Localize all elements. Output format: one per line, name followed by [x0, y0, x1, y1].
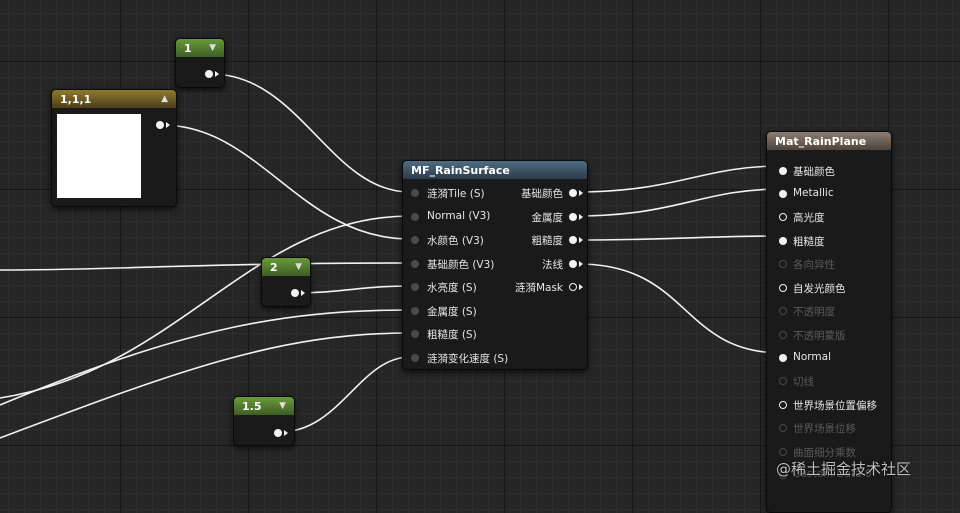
- output-pin[interactable]: [291, 289, 299, 297]
- material-input-pin[interactable]: [779, 307, 787, 315]
- input-pin-brightness[interactable]: [411, 283, 419, 291]
- material-input-label: 基础颜色: [793, 166, 835, 178]
- wire-metal-out: [573, 188, 783, 217]
- input-label-brightness: 水亮度 (S): [427, 282, 477, 294]
- watermark: @稀土掘金技术社区: [776, 460, 912, 478]
- material-input-label: 世界场景位移: [793, 423, 856, 435]
- material-input-pin[interactable]: [779, 167, 787, 175]
- input-pin-tile[interactable]: [411, 189, 419, 197]
- input-pin-ripple-speed[interactable]: [411, 354, 419, 362]
- pin-arrow-icon: [166, 122, 170, 128]
- constant-node-1-value: 1: [184, 41, 192, 55]
- pin-arrow-icon: [579, 284, 583, 290]
- output-pin-base-color[interactable]: [569, 189, 577, 197]
- material-input-pin[interactable]: [779, 190, 787, 198]
- material-input-label: 不透明度: [793, 306, 835, 318]
- constant-node-3[interactable]: 1.5 ▼: [233, 396, 295, 446]
- constant-node-1[interactable]: 1 ▼: [175, 38, 225, 88]
- output-label-base-color: 基础颜色: [521, 188, 563, 200]
- pin-arrow-icon: [301, 290, 305, 296]
- output-pin-metallic[interactable]: [569, 213, 577, 221]
- material-input-pin[interactable]: [779, 424, 787, 432]
- material-result-node[interactable]: Mat_RainPlane 基础颜色 Metallic 高光度粗糙度各向异性自发光颜…: [766, 131, 892, 513]
- constant-node-2-header[interactable]: 2 ▼: [262, 258, 310, 276]
- wire-vector-to-watercolor: [161, 124, 411, 240]
- wire-const2-to-brightness: [295, 285, 411, 294]
- wire-const1-to-tile: [210, 73, 411, 193]
- constant-node-2[interactable]: 2 ▼: [261, 257, 311, 307]
- wire-left-to-basecolor: [0, 262, 411, 271]
- material-function-node[interactable]: MF_RainSurface 涟漪Tile (S) Normal (V3) 水颜…: [402, 160, 588, 370]
- output-label-ripple-mask: 涟漪Mask: [514, 282, 563, 294]
- pin-arrow-icon: [579, 214, 583, 220]
- material-input-pin[interactable]: [779, 260, 787, 268]
- material-input-pin[interactable]: [779, 448, 787, 456]
- wire-left-to-metal: [0, 309, 411, 406]
- constant-node-1-header[interactable]: 1 ▼: [176, 39, 224, 57]
- input-label-roughness: 粗糙度 (S): [427, 329, 477, 341]
- wire-normal-out: [577, 263, 783, 354]
- input-label-tile: 涟漪Tile (S): [427, 188, 485, 200]
- output-pin-normal[interactable]: [569, 260, 577, 268]
- material-input-label: Normal: [793, 351, 831, 363]
- pin-arrow-icon: [215, 71, 219, 77]
- material-input-pin[interactable]: [779, 331, 787, 339]
- material-input-pin[interactable]: [779, 237, 787, 245]
- output-pin[interactable]: [156, 121, 164, 129]
- output-pin[interactable]: [274, 429, 282, 437]
- vector3-node[interactable]: 1,1,1 ▲: [51, 89, 177, 207]
- wire-basecolor-out: [573, 165, 783, 193]
- wire-left-to-rough: [0, 332, 411, 439]
- constant-node-3-value: 1.5: [242, 399, 262, 413]
- input-pin-metallic[interactable]: [411, 307, 419, 315]
- input-label-metallic: 金属度 (S): [427, 306, 477, 318]
- input-label-normal: Normal (V3): [427, 210, 491, 222]
- material-input-label: 自发光颜色: [793, 283, 846, 295]
- pin-arrow-icon: [579, 190, 583, 196]
- input-label-base-color: 基础颜色 (V3): [427, 259, 495, 271]
- pin-arrow-icon: [284, 430, 288, 436]
- material-title[interactable]: Mat_RainPlane: [767, 132, 891, 150]
- input-pin-water-color[interactable]: [411, 236, 419, 244]
- material-input-pin[interactable]: [779, 377, 787, 385]
- material-input-label: 高光度: [793, 212, 825, 224]
- output-label-roughness: 粗糙度: [531, 235, 564, 247]
- input-label-water-color: 水颜色 (V3): [427, 235, 484, 247]
- pin-arrow-icon: [579, 261, 583, 267]
- output-label-metallic: 金属度: [531, 212, 564, 224]
- collapse-arrow-icon[interactable]: ▼: [209, 43, 216, 53]
- material-input-pin[interactable]: [779, 213, 787, 221]
- constant-node-3-header[interactable]: 1.5 ▼: [234, 397, 294, 415]
- color-preview-swatch: [57, 114, 141, 198]
- vector3-node-header[interactable]: 1,1,1 ▲: [52, 90, 176, 108]
- material-input-label: 不透明蒙版: [793, 330, 846, 342]
- material-input-pin[interactable]: [779, 354, 787, 362]
- wire-const3-to-speed: [279, 356, 411, 433]
- material-input-label: 世界场景位置偏移: [793, 400, 877, 412]
- material-input-label: 切线: [793, 376, 814, 388]
- input-pin-base-color[interactable]: [411, 260, 419, 268]
- wire-rough-out: [573, 235, 783, 241]
- output-pin-ripple-mask[interactable]: [569, 283, 577, 291]
- material-input-pin[interactable]: [779, 401, 787, 409]
- material-input-label: Metallic: [793, 187, 834, 199]
- material-input-label: 各向异性: [793, 259, 835, 271]
- input-pin-roughness[interactable]: [411, 330, 419, 338]
- input-label-ripple-speed: 涟漪变化速度 (S): [427, 353, 509, 365]
- collapse-up-icon[interactable]: ▲: [161, 94, 168, 104]
- collapse-arrow-icon[interactable]: ▼: [295, 262, 302, 272]
- material-function-title[interactable]: MF_RainSurface: [403, 161, 587, 179]
- wire-left-to-normal: [0, 215, 411, 399]
- output-pin-roughness[interactable]: [569, 236, 577, 244]
- constant-node-2-value: 2: [270, 260, 278, 274]
- input-pin-normal[interactable]: [411, 213, 419, 221]
- output-pin[interactable]: [205, 70, 213, 78]
- output-label-normal: 法线: [542, 259, 563, 271]
- collapse-arrow-icon[interactable]: ▼: [279, 401, 286, 411]
- material-input-label: 粗糙度: [793, 236, 825, 248]
- vector3-node-value: 1,1,1: [60, 92, 92, 106]
- material-input-pin[interactable]: [779, 284, 787, 292]
- pin-arrow-icon: [579, 237, 583, 243]
